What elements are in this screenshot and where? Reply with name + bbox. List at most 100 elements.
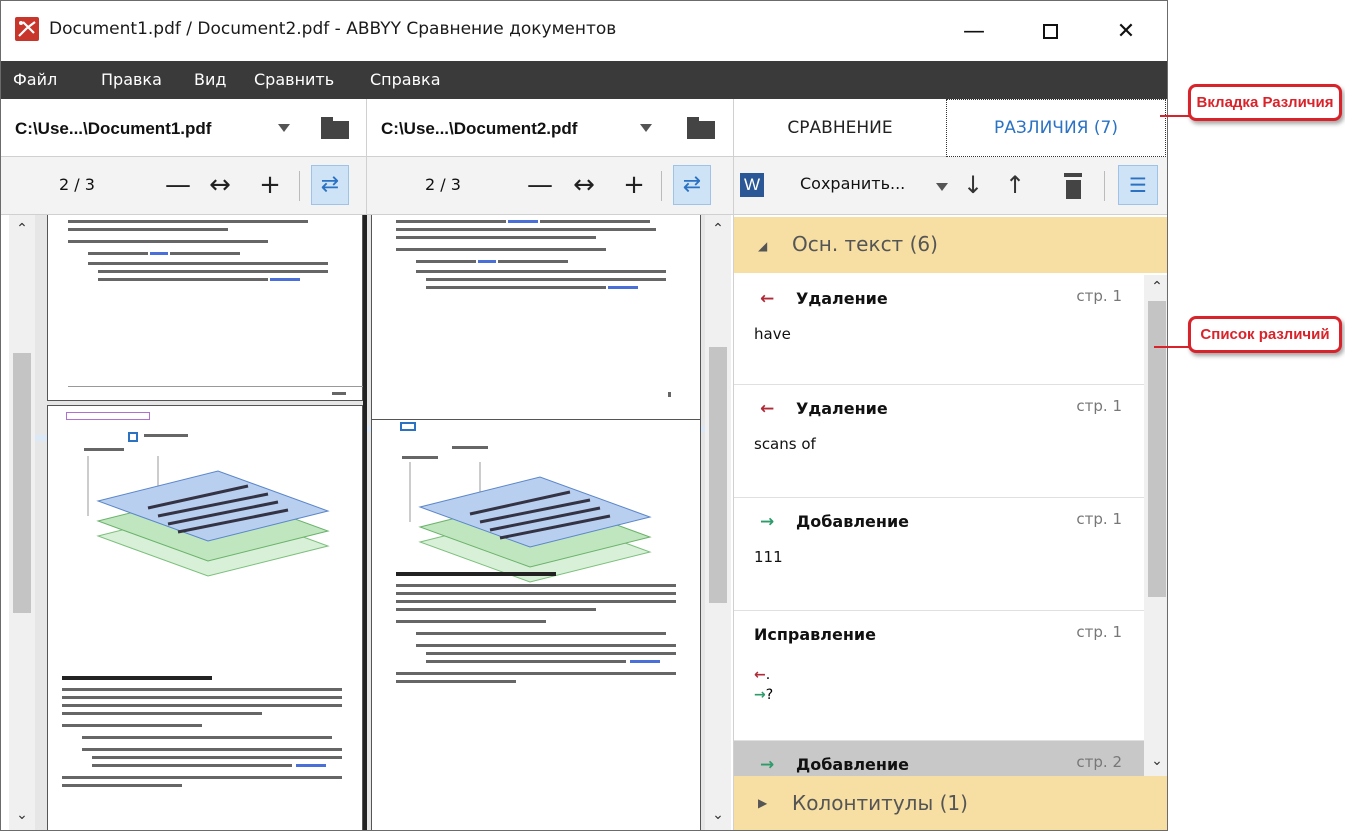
window-title: Document1.pdf / Document2.pdf - ABBYY Ср… [49, 19, 617, 39]
collapse-triangle-icon[interactable]: ◢ [758, 239, 767, 253]
minimize-button[interactable]: — [945, 1, 1003, 61]
right-open-folder-icon[interactable] [687, 117, 715, 139]
right-view-toolbar: 2 / 3 — ↔ + ⇄ [367, 157, 733, 215]
scroll-thumb[interactable] [13, 353, 31, 613]
addition-arrow-icon: → [760, 755, 775, 775]
word-icon[interactable]: W [740, 173, 764, 197]
right-file-path[interactable]: C:\Use...\Document2.pdf [381, 119, 577, 139]
minimize-icon: — [963, 18, 985, 44]
diff-page: стр. 2 [1076, 753, 1122, 771]
title-bar: Document1.pdf / Document2.pdf - ABBYY Ср… [1, 1, 1167, 61]
left-file-path[interactable]: C:\Use...\Document1.pdf [15, 119, 211, 139]
delete-icon[interactable] [1060, 169, 1086, 201]
differences-toolbar: W Сохранить... ↓ ↑ ☰ [734, 157, 1167, 215]
sync-scroll-icon: ⇄ [320, 172, 340, 197]
diff-page: стр. 1 [1076, 287, 1122, 305]
scroll-down-icon[interactable]: ⌄ [15, 807, 29, 823]
toolbar-divider [661, 171, 662, 201]
diff-text: have [754, 325, 791, 343]
left-doc-scrollbar[interactable]: ⌃ ⌄ [9, 215, 35, 830]
left-view-toolbar: 2 / 3 — ↔ + ⇄ [1, 157, 367, 215]
menu-file[interactable]: Файл [13, 70, 57, 89]
deletion-arrow-icon: ← [754, 667, 766, 683]
right-doc-scrollbar[interactable]: ⌃ ⌄ [705, 215, 731, 830]
zoom-in-icon[interactable]: + [255, 169, 285, 201]
list-view-button[interactable]: ☰ [1118, 165, 1158, 205]
menu-compare[interactable]: Сравнить [254, 70, 334, 89]
save-button[interactable]: Сохранить... [800, 174, 905, 193]
differences-panel: СРАВНЕНИЕ РАЗЛИЧИЯ (7) W Сохранить... ↓ … [733, 99, 1167, 830]
tab-compare[interactable]: СРАВНЕНИЕ [734, 99, 946, 157]
toolbar-divider [299, 171, 300, 201]
right-file-header: C:\Use...\Document2.pdf [367, 99, 733, 157]
addition-arrow-icon: → [760, 512, 775, 532]
diff-type: Удаление [796, 399, 888, 418]
right-document-view[interactable] [367, 215, 705, 830]
diff-type: Добавление [796, 512, 910, 531]
menu-help[interactable]: Справка [370, 70, 441, 89]
left-page-1 [47, 215, 364, 401]
diff-type: Исправление [754, 625, 876, 644]
addition-arrow-icon: → [754, 687, 766, 703]
app-window: Document1.pdf / Document2.pdf - ABBYY Ср… [0, 0, 1168, 831]
right-page-counter[interactable]: 2 / 3 [425, 175, 461, 194]
scroll-up-icon[interactable]: ⌃ [1150, 279, 1164, 295]
list-item[interactable]: → Добавление стр. 2 [734, 741, 1144, 776]
callout-differences-tab: Вкладка Различия [1188, 84, 1342, 121]
callout-pointer [1160, 115, 1190, 117]
diff-type: Добавление [796, 755, 910, 774]
deletion-arrow-icon: ← [760, 399, 775, 419]
list-item[interactable]: → Добавление стр. 1 111 [734, 498, 1144, 611]
differences-scrollbar[interactable]: ⌃ ⌄ [1144, 275, 1167, 776]
list-item[interactable]: ← Удаление стр. 1 have [734, 275, 1144, 385]
list-item[interactable]: ← Удаление стр. 1 scans of [734, 385, 1144, 498]
list-item[interactable]: Исправление стр. 1 ←. →? [734, 611, 1144, 741]
right-page-1 [371, 215, 701, 421]
left-page-2 [47, 405, 363, 830]
list-view-icon: ☰ [1129, 173, 1147, 197]
left-page-counter[interactable]: 2 / 3 [59, 175, 95, 194]
maximize-button[interactable] [1021, 1, 1079, 61]
group-headers-footers[interactable]: ▶ Колонтитулы (1) [734, 776, 1167, 830]
next-difference-icon[interactable]: ↓ [960, 169, 986, 201]
fit-width-icon[interactable]: ↔ [205, 169, 235, 201]
diff-page: стр. 1 [1076, 623, 1122, 641]
menu-bar: Файл Правка Вид Сравнить Справка [1, 61, 1167, 99]
tab-differences[interactable]: РАЗЛИЧИЯ (7) [946, 99, 1166, 157]
expand-triangle-icon[interactable]: ▶ [758, 796, 767, 810]
diff-old-row: ←. [754, 667, 770, 683]
fit-width-icon[interactable]: ↔ [569, 169, 599, 201]
diff-new-row: →? [754, 687, 773, 703]
group-headers-footers-label: Колонтитулы (1) [792, 791, 968, 815]
scroll-down-icon[interactable]: ⌄ [711, 807, 725, 823]
previous-difference-icon[interactable]: ↑ [1002, 169, 1028, 201]
sync-scroll-icon: ⇄ [682, 172, 702, 197]
scroll-up-icon[interactable]: ⌃ [15, 221, 29, 237]
diff-old-text: . [765, 667, 771, 683]
zoom-out-icon[interactable]: — [163, 169, 193, 201]
menu-edit[interactable]: Правка [101, 70, 162, 89]
left-open-folder-icon[interactable] [321, 117, 349, 139]
abbyy-logo-icon [15, 17, 39, 41]
zoom-in-icon[interactable]: + [619, 169, 649, 201]
save-dropdown-icon[interactable] [936, 183, 948, 191]
callout-differences-list: Список различий [1188, 316, 1342, 353]
diff-text: 111 [754, 548, 783, 566]
scroll-thumb[interactable] [709, 347, 727, 603]
sync-scroll-button[interactable]: ⇄ [673, 165, 711, 205]
group-main-text-label: Осн. текст (6) [792, 232, 938, 256]
sync-scroll-button[interactable]: ⇄ [311, 165, 349, 205]
left-file-header: C:\Use...\Document1.pdf [1, 99, 367, 157]
zoom-out-icon[interactable]: — [525, 169, 555, 201]
close-button[interactable]: ✕ [1097, 1, 1155, 61]
menu-view[interactable]: Вид [194, 70, 226, 89]
scroll-up-icon[interactable]: ⌃ [711, 221, 725, 237]
right-file-dropdown-icon[interactable] [640, 124, 652, 132]
left-file-dropdown-icon[interactable] [278, 124, 290, 132]
diff-page: стр. 1 [1076, 397, 1122, 415]
left-document-view[interactable] [35, 215, 365, 830]
toolbar-divider [1104, 171, 1105, 201]
diff-type: Удаление [796, 289, 888, 308]
group-main-text[interactable]: ◢ Осн. текст (6) [734, 217, 1167, 273]
scroll-down-icon[interactable]: ⌄ [1150, 753, 1164, 769]
